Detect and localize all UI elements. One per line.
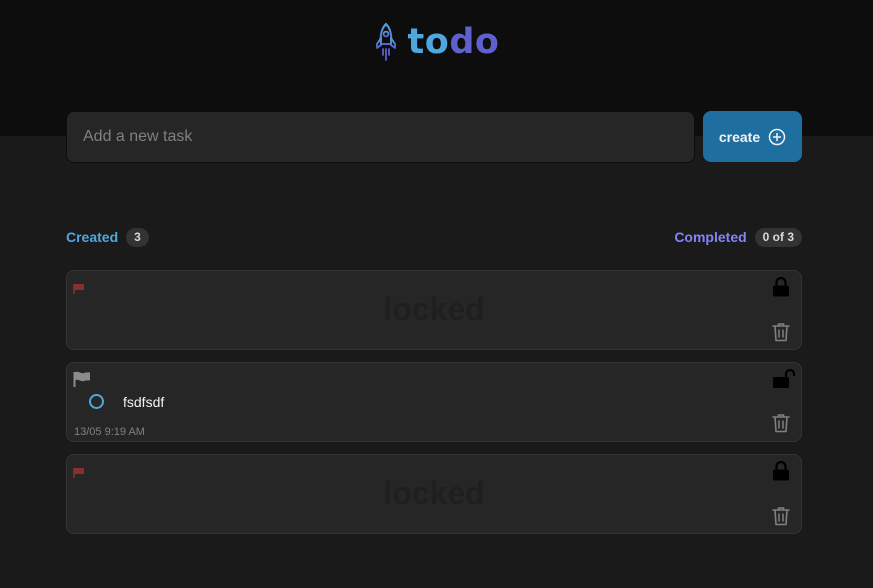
completed-count-badge: 0 of 3 (754, 227, 802, 247)
task-text: fsdfsdf (123, 394, 165, 410)
task-counters: Created 3 Completed 0 of 3 (66, 227, 802, 247)
complete-checkbox[interactable] (89, 394, 104, 409)
app-title: todo (408, 22, 500, 62)
task-date: 13/05 9:19 AM (74, 426, 145, 438)
flag-icon[interactable] (73, 371, 91, 387)
app-title-part1: to (407, 22, 450, 62)
trash-icon[interactable] (772, 506, 790, 526)
create-button[interactable]: create (703, 111, 802, 162)
locked-label: locked (383, 291, 485, 327)
created-count-badge: 3 (126, 227, 149, 247)
created-label: Created (66, 229, 119, 245)
completed-counter: Completed 0 of 3 (674, 227, 802, 247)
completed-label: Completed (674, 229, 747, 245)
trash-icon[interactable] (772, 322, 790, 342)
task-card: locked (66, 454, 802, 534)
task-card: fsdfsdf 13/05 9:19 AM (66, 362, 802, 442)
lock-icon[interactable] (772, 277, 790, 297)
trash-icon[interactable] (772, 413, 790, 433)
plus-circle-icon (768, 128, 786, 145)
lock-icon[interactable] (772, 461, 790, 481)
unlock-icon[interactable] (772, 369, 796, 389)
task-card: locked (66, 270, 802, 350)
create-button-label: create (718, 128, 761, 145)
new-task-input[interactable] (66, 111, 695, 163)
logo: todo (0, 22, 873, 62)
app-title-part2: do (449, 22, 500, 62)
created-counter: Created 3 (66, 227, 149, 247)
rocket-icon (375, 22, 396, 61)
locked-label: locked (383, 475, 485, 511)
